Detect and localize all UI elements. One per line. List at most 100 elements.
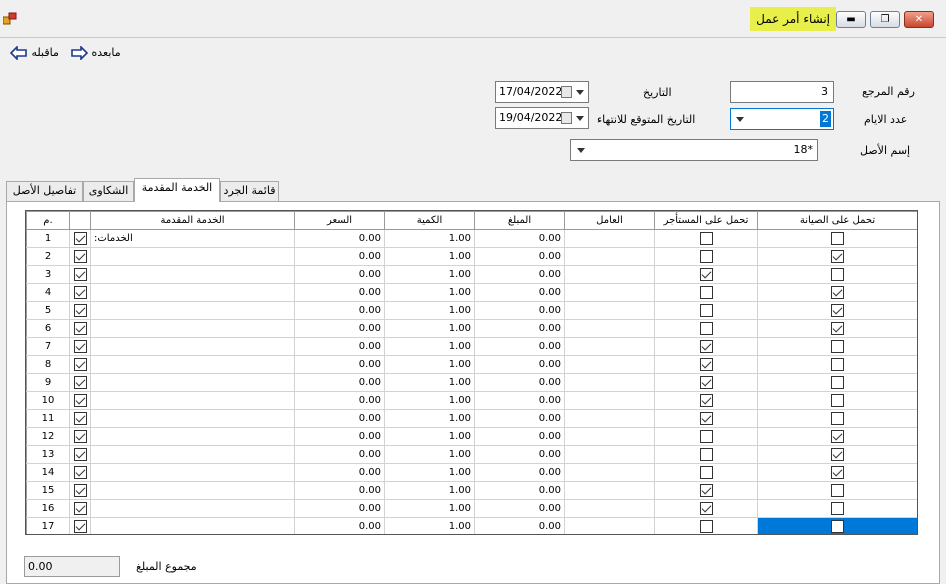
row-checkbox-cell[interactable]: [69, 481, 91, 500]
tenant-cell[interactable]: [654, 463, 758, 482]
qty-cell[interactable]: 1.00: [384, 445, 475, 464]
price-cell[interactable]: 0.00: [294, 463, 385, 482]
maintenance-checkbox[interactable]: [831, 322, 844, 335]
price-cell[interactable]: 0.00: [294, 265, 385, 284]
tab-inventory-list[interactable]: قائمة الجرد: [220, 181, 279, 201]
tenant-cell[interactable]: [654, 445, 758, 464]
amount-cell[interactable]: 0.00: [474, 373, 565, 392]
maintenance-cell[interactable]: [757, 463, 917, 482]
maintenance-checkbox[interactable]: [831, 502, 844, 515]
table-row[interactable]: 3 0.00 1.00 0.00: [26, 265, 917, 284]
worker-cell[interactable]: [564, 337, 655, 356]
table-row[interactable]: 6 0.00 1.00 0.00: [26, 319, 917, 338]
col-header-price[interactable]: السعر: [294, 211, 385, 230]
tenant-cell[interactable]: [654, 391, 758, 410]
price-cell[interactable]: 0.00: [294, 373, 385, 392]
row-checkbox-cell[interactable]: [69, 355, 91, 374]
tenant-checkbox[interactable]: [699, 466, 713, 479]
worker-cell[interactable]: [564, 463, 655, 482]
row-checkbox-cell[interactable]: [69, 337, 91, 356]
previous-button[interactable]: ماقبله: [9, 44, 59, 62]
tenant-checkbox[interactable]: [699, 358, 713, 371]
qty-cell[interactable]: 1.00: [384, 229, 475, 248]
qty-cell[interactable]: 1.00: [384, 301, 475, 320]
maintenance-checkbox[interactable]: [831, 448, 844, 461]
qty-cell[interactable]: 1.00: [384, 373, 475, 392]
service-cell[interactable]: [90, 409, 295, 428]
qty-cell[interactable]: 1.00: [384, 391, 475, 410]
service-cell[interactable]: [90, 463, 295, 482]
maintenance-cell[interactable]: [757, 337, 917, 356]
tenant-cell[interactable]: [654, 337, 758, 356]
worker-cell[interactable]: [564, 355, 655, 374]
row-checkbox[interactable]: [73, 466, 87, 479]
col-header-worker[interactable]: العامل: [564, 211, 655, 230]
row-checkbox[interactable]: [73, 322, 87, 335]
maintenance-cell[interactable]: [757, 247, 917, 266]
table-row[interactable]: 8 0.00 1.00 0.00: [26, 355, 917, 374]
maintenance-cell[interactable]: [757, 409, 917, 428]
worker-cell[interactable]: [564, 499, 655, 518]
tenant-checkbox[interactable]: [699, 484, 713, 497]
row-checkbox[interactable]: [73, 286, 87, 299]
service-cell[interactable]: [90, 265, 295, 284]
tab-asset-details[interactable]: تفاصيل الأصل: [6, 181, 83, 201]
worker-cell[interactable]: [564, 427, 655, 446]
next-button[interactable]: مابعده: [70, 44, 121, 62]
days-combo[interactable]: 2: [730, 108, 834, 130]
tenant-cell[interactable]: [654, 517, 758, 534]
price-cell[interactable]: 0.00: [294, 391, 385, 410]
price-cell[interactable]: 0.00: [294, 301, 385, 320]
col-header-check[interactable]: [69, 211, 91, 230]
col-header-qty[interactable]: الكمية: [384, 211, 475, 230]
restore-button[interactable]: ❐: [870, 11, 900, 28]
maintenance-cell[interactable]: [757, 265, 917, 284]
row-checkbox[interactable]: [73, 304, 87, 317]
col-header-amount[interactable]: المبلغ: [474, 211, 565, 230]
maintenance-checkbox[interactable]: [831, 430, 844, 443]
tenant-checkbox[interactable]: [699, 502, 713, 515]
amount-cell[interactable]: 0.00: [474, 301, 565, 320]
amount-cell[interactable]: 0.00: [474, 463, 565, 482]
maintenance-checkbox[interactable]: [831, 358, 844, 371]
maintenance-cell[interactable]: [757, 481, 917, 500]
maintenance-cell[interactable]: [757, 301, 917, 320]
row-checkbox-cell[interactable]: [69, 517, 91, 534]
table-row[interactable]: 10 0.00 1.00 0.00: [26, 391, 917, 410]
amount-cell[interactable]: 0.00: [474, 283, 565, 302]
reference-input[interactable]: 3: [730, 81, 834, 103]
table-row[interactable]: 1:الخدمات 0.00 1.00 0.00: [26, 229, 917, 248]
tenant-checkbox[interactable]: [699, 520, 713, 533]
amount-cell[interactable]: 0.00: [474, 445, 565, 464]
row-checkbox[interactable]: [73, 232, 87, 245]
row-checkbox-cell[interactable]: [69, 463, 91, 482]
qty-cell[interactable]: 1.00: [384, 319, 475, 338]
maintenance-cell[interactable]: [757, 229, 917, 248]
maintenance-checkbox[interactable]: [831, 268, 844, 281]
amount-cell[interactable]: 0.00: [474, 229, 565, 248]
service-cell[interactable]: [90, 391, 295, 410]
price-cell[interactable]: 0.00: [294, 337, 385, 356]
service-cell[interactable]: [90, 427, 295, 446]
maintenance-checkbox[interactable]: [831, 466, 844, 479]
tenant-cell[interactable]: [654, 247, 758, 266]
price-cell[interactable]: 0.00: [294, 283, 385, 302]
tenant-cell[interactable]: [654, 427, 758, 446]
maintenance-checkbox[interactable]: [831, 304, 844, 317]
tenant-cell[interactable]: [654, 319, 758, 338]
row-checkbox-cell[interactable]: [69, 319, 91, 338]
amount-cell[interactable]: 0.00: [474, 499, 565, 518]
table-row[interactable]: 7 0.00 1.00 0.00: [26, 337, 917, 356]
services-grid[interactable]: م. الخدمة المقدمة السعر الكمية المبلغ ال…: [25, 210, 918, 535]
worker-cell[interactable]: [564, 229, 655, 248]
maintenance-cell[interactable]: [757, 319, 917, 338]
maintenance-checkbox[interactable]: [831, 520, 844, 533]
table-row[interactable]: 15 0.00 1.00 0.00: [26, 481, 917, 500]
expected-end-picker[interactable]: 19/04/2022: [495, 107, 589, 129]
price-cell[interactable]: 0.00: [294, 229, 385, 248]
qty-cell[interactable]: 1.00: [384, 499, 475, 518]
qty-cell[interactable]: 1.00: [384, 517, 475, 534]
worker-cell[interactable]: [564, 265, 655, 284]
worker-cell[interactable]: [564, 409, 655, 428]
price-cell[interactable]: 0.00: [294, 427, 385, 446]
